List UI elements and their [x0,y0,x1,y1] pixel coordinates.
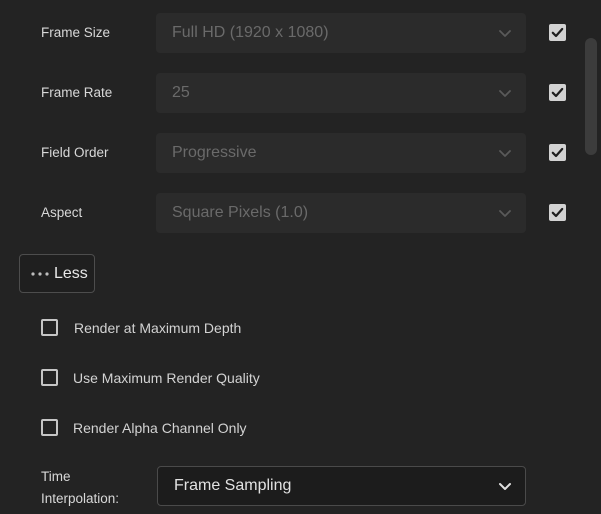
frame-rate-select[interactable]: 25 [156,73,526,113]
checkmark-icon [551,87,564,98]
chevron-down-icon [499,210,511,217]
alpha-channel-only-checkbox[interactable] [41,419,58,436]
alpha-channel-only-label: Render Alpha Channel Only [73,420,247,436]
aspect-value: Square Pixels (1.0) [172,204,309,221]
time-interpolation-select[interactable]: Frame Sampling [157,466,526,506]
time-interpolation-label-line1: Time [41,469,71,484]
frame-size-value: Full HD (1920 x 1080) [172,24,329,41]
field-order-select[interactable]: Progressive [156,133,526,173]
field-order-override-checkbox[interactable] [549,144,566,161]
scrollbar-thumb[interactable] [585,38,597,155]
checkmark-icon [551,147,564,158]
frame-size-select[interactable]: Full HD (1920 x 1080) [156,13,526,53]
aspect-label: Aspect [41,205,83,220]
less-button[interactable]: Less [19,254,95,293]
field-order-value: Progressive [172,144,257,161]
aspect-select[interactable]: Square Pixels (1.0) [156,193,526,233]
chevron-down-icon [499,30,511,37]
max-render-quality-label: Use Maximum Render Quality [73,370,260,386]
checkmark-icon [551,207,564,218]
render-max-depth-label: Render at Maximum Depth [74,320,242,336]
time-interpolation-label-line2: Interpolation: [41,491,120,506]
export-video-settings-panel: Frame Size Full HD (1920 x 1080) Frame R… [0,0,601,514]
frame-rate-value: 25 [172,84,190,101]
frame-rate-label: Frame Rate [41,85,113,100]
frame-size-override-checkbox[interactable] [549,24,566,41]
max-render-quality-checkbox[interactable] [41,369,58,386]
frame-size-label: Frame Size [41,25,111,40]
ellipsis-icon [31,272,49,276]
frame-rate-override-checkbox[interactable] [549,84,566,101]
aspect-override-checkbox[interactable] [549,204,566,221]
render-max-depth-checkbox[interactable] [41,319,58,336]
chevron-down-icon [499,90,511,97]
time-interpolation-value: Frame Sampling [174,477,292,494]
time-interpolation-label: Time Interpolation: [41,466,119,510]
chevron-down-icon [499,483,511,490]
checkmark-icon [551,27,564,38]
less-button-label: Less [54,265,88,282]
chevron-down-icon [499,150,511,157]
field-order-label: Field Order [41,145,109,160]
